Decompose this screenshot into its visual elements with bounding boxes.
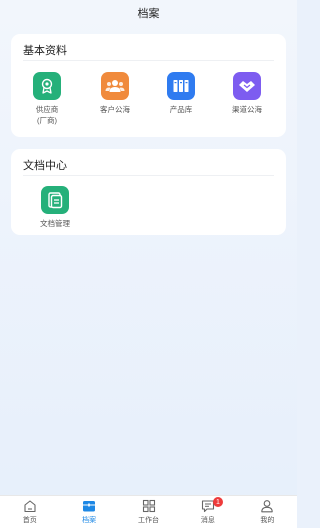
document-center-card: 文档中心 文档管理 [11,149,286,235]
bottom-tab-bar: 首页 档案 工作台 1 消息 我的 [0,495,297,528]
app-screen: 档案 基本资料 供应商 (厂商) 客户公海 产品库 渠道公海 文档中心 文档管理… [0,0,297,528]
supplier-entry[interactable]: 供应商 (厂商) [17,72,77,126]
books-icon [167,72,195,100]
supplier-label: 供应商 (厂商) [35,105,59,125]
users-group-icon [101,72,129,100]
document-management-label: 文档管理 [40,219,70,228]
tab-archive[interactable]: 档案 [59,496,118,528]
tab-messages[interactable]: 1 消息 [178,496,237,528]
product-library-entry[interactable]: 产品库 [151,72,211,115]
section-title-document-center: 文档中心 [23,160,67,172]
document-management-entry[interactable]: 文档管理 [25,186,85,229]
section-title-basic-info: 基本资料 [23,45,67,57]
home-icon [24,500,36,513]
tab-label: 消息 [200,517,215,524]
customer-pool-entry[interactable]: 客户公海 [85,72,145,115]
grid-icon [142,499,155,513]
basic-info-card: 基本资料 供应商 (厂商) 客户公海 产品库 渠道公海 [11,34,286,137]
channel-pool-label: 渠道公海 [232,105,262,114]
documents-icon [41,186,69,214]
user-icon [261,500,274,513]
tab-label: 我的 [260,517,275,524]
divider [23,175,274,176]
tab-home[interactable]: 首页 [0,496,59,528]
tab-label: 工作台 [138,517,160,524]
tab-profile[interactable]: 我的 [238,496,297,528]
channel-pool-entry[interactable]: 渠道公海 [217,72,277,115]
ribbon-badge-icon [33,72,61,100]
customer-pool-label: 客户公海 [100,105,130,114]
archive-icon [83,501,96,512]
tab-workbench[interactable]: 工作台 [119,496,178,528]
page-header: 档案 [0,0,297,26]
unread-badge: 1 [212,497,223,507]
tab-label: 首页 [22,517,37,524]
product-library-label: 产品库 [169,105,193,114]
page-title: 档案 [137,8,160,20]
handshake-icon [233,72,261,100]
tab-label: 档案 [82,517,97,524]
divider [23,60,274,61]
